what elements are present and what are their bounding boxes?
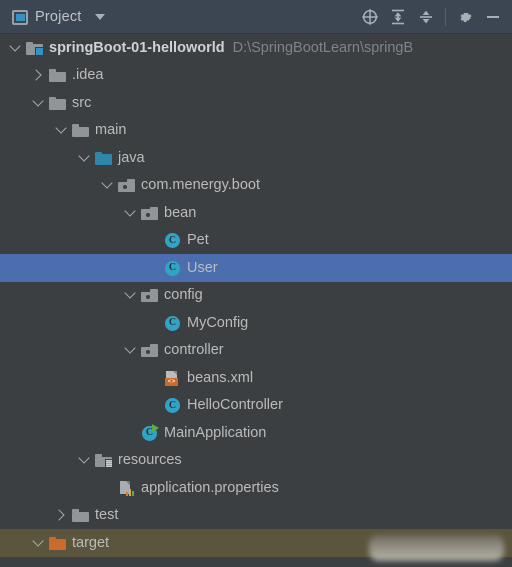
- tree-row-idea[interactable]: .idea: [0, 62, 512, 90]
- tree-node-label: main: [95, 122, 127, 138]
- tree-node-label: application.properties: [141, 479, 279, 496]
- settings-button[interactable]: [452, 4, 478, 30]
- java-runnable-class-icon: C: [141, 423, 159, 441]
- tree-row-hellocontroller[interactable]: C HelloController: [0, 392, 512, 420]
- tree-row-com-menergy-boot[interactable]: com.menergy.boot: [0, 172, 512, 200]
- tree-node-label: config: [164, 287, 203, 303]
- package-icon: [118, 177, 135, 193]
- chevron-down-icon[interactable]: [94, 14, 105, 20]
- chevron-down-icon[interactable]: [123, 288, 137, 302]
- settings-gear-icon: [459, 12, 472, 22]
- chevron-down-icon[interactable]: [8, 41, 22, 55]
- tree-node-label: MainApplication: [164, 424, 267, 441]
- tree-row-application-properties[interactable]: application.properties: [0, 474, 512, 502]
- properties-file-icon: [118, 480, 135, 496]
- tree-node-label: resources: [118, 452, 182, 468]
- chevron-down-icon[interactable]: [77, 453, 91, 467]
- java-class-icon: C: [164, 315, 181, 331]
- tree-row-test[interactable]: test: [0, 502, 512, 530]
- module-path-label: D:\SpringBootLearn\springB: [232, 39, 414, 56]
- tree-row-config[interactable]: config: [0, 282, 512, 310]
- package-icon: [141, 205, 158, 221]
- tree-node-label: .idea: [72, 67, 104, 83]
- tree-node-label: com.menergy.boot: [141, 177, 261, 193]
- tree-row-resources[interactable]: resources: [0, 447, 512, 475]
- hide-icon: [487, 16, 499, 18]
- collapse-all-icon: [420, 10, 432, 24]
- java-class-icon: C: [164, 260, 181, 276]
- module-folder-icon: [26, 40, 44, 56]
- tree-row-controller[interactable]: controller: [0, 337, 512, 365]
- excluded-folder-icon: [49, 535, 66, 551]
- tree-node-label: User: [187, 259, 218, 276]
- tree-node-label: src: [72, 94, 92, 111]
- expand-all-icon: [392, 9, 404, 25]
- package-icon: [141, 287, 158, 303]
- expand-all-button[interactable]: [385, 4, 411, 30]
- redaction-blur: [369, 535, 504, 561]
- chevron-down-icon[interactable]: [123, 343, 137, 357]
- tree-row-beans-xml[interactable]: <> beans.xml: [0, 364, 512, 392]
- select-opened-file-icon: [362, 9, 378, 25]
- java-class-icon: C: [164, 397, 181, 414]
- folder-icon: [72, 122, 89, 138]
- chevron-right-icon[interactable]: [31, 68, 45, 82]
- chevron-down-icon[interactable]: [31, 96, 45, 110]
- project-window-icon: [12, 9, 28, 25]
- tree-row-user[interactable]: C User: [0, 254, 512, 282]
- folder-icon: [72, 507, 89, 523]
- tree-node-label: bean: [164, 204, 197, 221]
- collapse-all-button[interactable]: [413, 4, 439, 30]
- project-tree[interactable]: springBoot-01-helloworld D:\SpringBootLea…: [0, 34, 512, 567]
- folder-icon: [49, 95, 66, 111]
- chevron-down-icon[interactable]: [123, 206, 137, 220]
- chevron-down-icon[interactable]: [100, 178, 114, 192]
- toolwindow-label: Project: [35, 9, 82, 25]
- toolbar-separator: [445, 8, 446, 26]
- xml-file-icon: <>: [164, 370, 181, 386]
- chevron-down-icon[interactable]: [54, 123, 68, 137]
- chevron-right-icon[interactable]: [54, 508, 68, 522]
- tree-row-bean[interactable]: bean: [0, 199, 512, 227]
- folder-icon: [49, 67, 66, 83]
- tree-node-label: HelloController: [187, 397, 283, 413]
- chevron-down-icon[interactable]: [31, 536, 45, 550]
- tree-node-label: Pet: [187, 232, 209, 248]
- header-actions: [357, 4, 506, 30]
- package-icon: [141, 342, 158, 358]
- tree-node-label: beans.xml: [187, 369, 254, 386]
- tree-row-java[interactable]: java: [0, 144, 512, 172]
- tree-row-myconfig[interactable]: C MyConfig: [0, 309, 512, 337]
- tree-node-label: java: [118, 149, 145, 166]
- tree-node-label: MyConfig: [187, 314, 249, 331]
- resources-folder-icon: [95, 452, 113, 469]
- tree-row-src[interactable]: src: [0, 89, 512, 117]
- java-class-icon: C: [164, 232, 181, 249]
- tree-row-mainapplication[interactable]: C MainApplication: [0, 419, 512, 447]
- chevron-down-icon[interactable]: [77, 151, 91, 165]
- tree-node-label: test: [95, 507, 119, 523]
- tree-row-pet[interactable]: C Pet: [0, 227, 512, 255]
- tree-row-springboot-01-helloworld[interactable]: springBoot-01-helloworld D:\SpringBootLea…: [0, 34, 512, 62]
- tree-row-main[interactable]: main: [0, 117, 512, 145]
- source-root-folder-icon: [95, 150, 112, 166]
- tree-node-label: controller: [164, 342, 224, 358]
- select-opened-file-button[interactable]: [357, 4, 383, 30]
- tree-node-label: springBoot-01-helloworld: [49, 39, 225, 56]
- hide-toolwindow-button[interactable]: [480, 4, 506, 30]
- tree-node-label: target: [72, 534, 110, 551]
- project-toolwindow-header: Project: [0, 0, 512, 34]
- project-toolwindow-title[interactable]: Project: [12, 9, 105, 25]
